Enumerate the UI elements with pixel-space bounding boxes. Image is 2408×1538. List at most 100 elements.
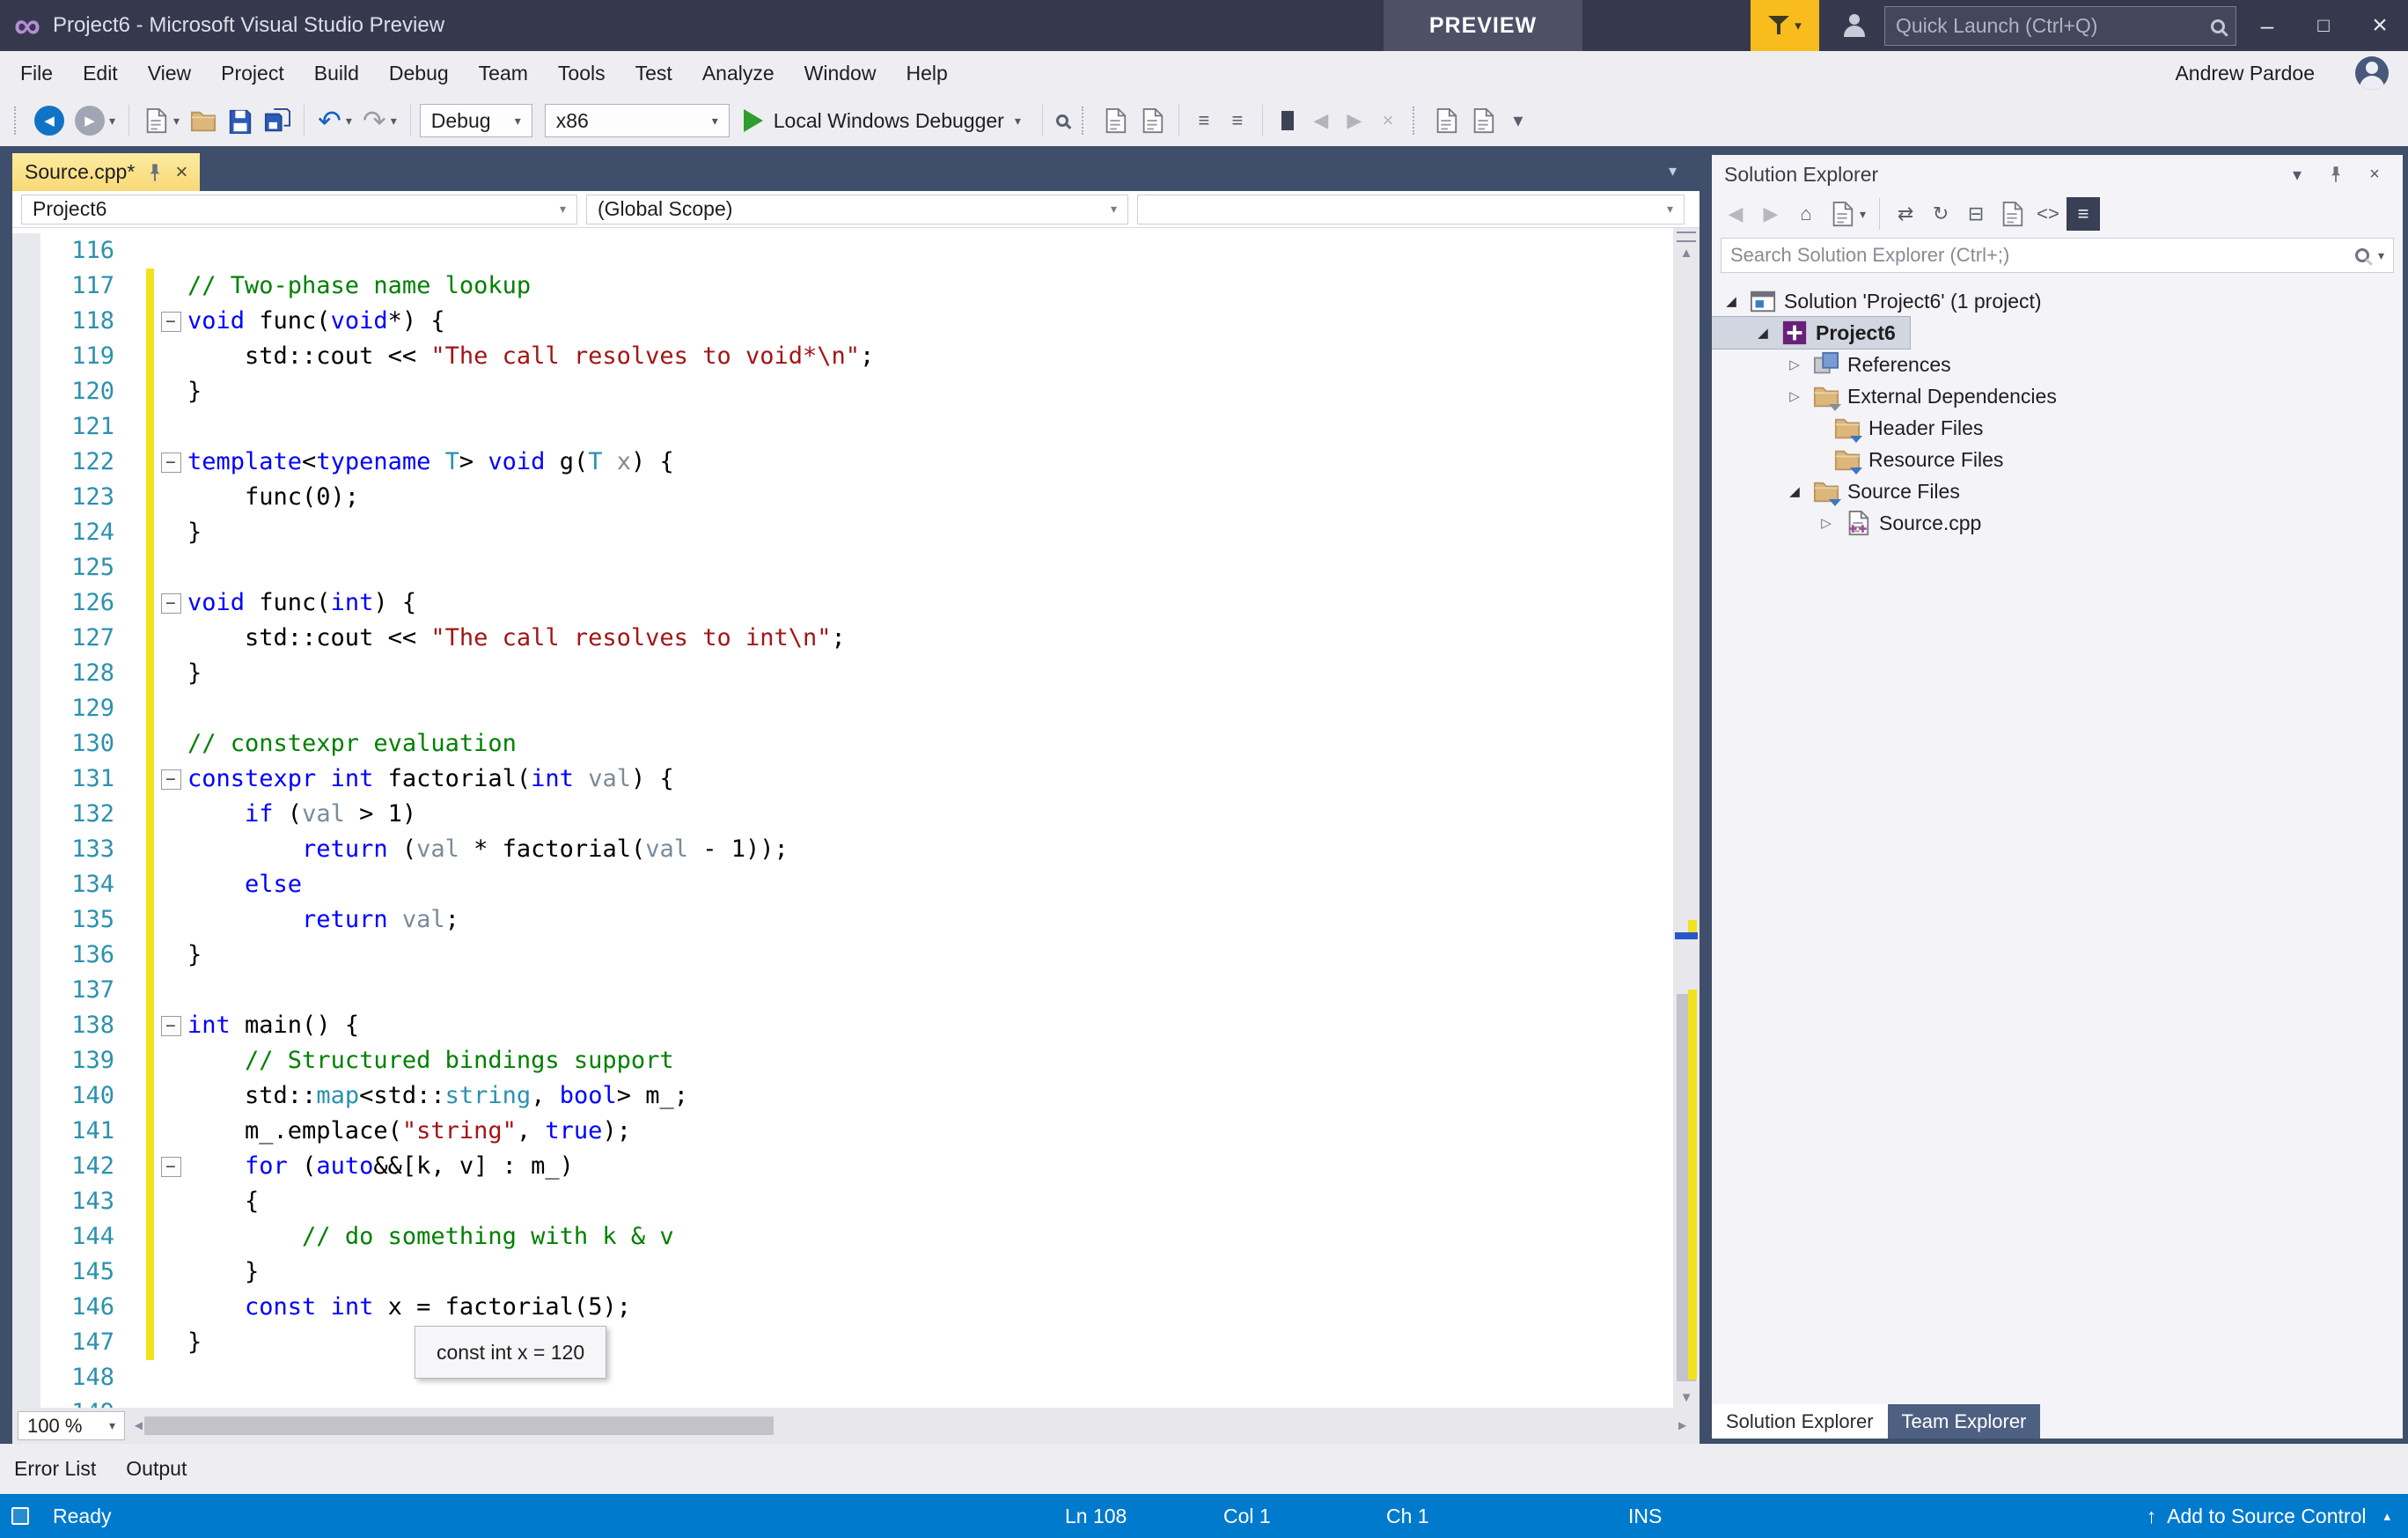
code-text[interactable]: } (187, 374, 202, 409)
code-text[interactable]: else (187, 867, 302, 902)
breakpoint-margin[interactable] (12, 691, 40, 726)
code-row[interactable]: 130// constexpr evaluation (12, 726, 1700, 762)
menu-window[interactable]: Window (789, 51, 892, 95)
properties-button[interactable]: <> (2031, 197, 2065, 231)
code-text[interactable]: // Two-phase name lookup (187, 269, 531, 304)
breakpoint-margin[interactable] (12, 1395, 40, 1408)
code-row[interactable]: 125 (12, 550, 1700, 585)
breakpoint-margin[interactable] (12, 726, 40, 762)
switch-views-button[interactable]: ▾ (1824, 197, 1870, 231)
code-text[interactable]: for (auto&&[k, v] : m_) (187, 1149, 574, 1184)
breakpoint-margin[interactable] (12, 409, 40, 445)
collapse-region-icon[interactable]: − (161, 312, 181, 332)
navigate-to-button[interactable] (1134, 104, 1170, 137)
quick-launch-box[interactable] (1884, 6, 2236, 46)
code-row[interactable]: 129 (12, 691, 1700, 726)
redo-button[interactable]: ↷▾ (358, 104, 401, 137)
breakpoint-margin[interactable] (12, 1219, 40, 1255)
zoom-dropdown[interactable]: 100 %▾ (18, 1411, 125, 1440)
expander-icon[interactable]: ▷ (1816, 515, 1837, 531)
menu-build[interactable]: Build (299, 51, 374, 95)
breakpoint-margin[interactable] (12, 304, 40, 339)
project-dropdown[interactable]: Project6▾ (21, 195, 577, 224)
breakpoint-margin[interactable] (12, 1184, 40, 1219)
breakpoint-margin[interactable] (12, 938, 40, 973)
avatar[interactable] (2355, 56, 2389, 90)
tab-solution-explorer[interactable]: Solution Explorer (1712, 1404, 1888, 1439)
tab-error-list[interactable]: Error List (14, 1457, 96, 1481)
code-row[interactable]: 122−template<typename T> void g(T x) { (12, 445, 1700, 480)
code-text[interactable]: // do something with k & v (187, 1219, 674, 1255)
hscrollbar-thumb[interactable] (144, 1417, 774, 1435)
close-tab-icon[interactable]: × (175, 160, 187, 185)
tab-source-cpp[interactable]: Source.cpp* × (12, 153, 200, 191)
fold-margin[interactable]: − (154, 1149, 187, 1184)
close-panel-icon[interactable]: × (2359, 158, 2390, 190)
breakpoint-margin[interactable] (12, 1325, 40, 1360)
breakpoint-margin[interactable] (12, 269, 40, 304)
search-box[interactable]: ▾ (1721, 238, 2394, 273)
code-row[interactable]: 149 (12, 1395, 1700, 1408)
close-button[interactable]: × (2352, 0, 2408, 51)
menu-file[interactable]: File (5, 51, 68, 95)
collapse-all-button[interactable]: ⊟ (1959, 197, 1993, 231)
code-text[interactable]: func(0); (187, 480, 359, 515)
find-in-files-button[interactable] (1098, 104, 1133, 137)
code-row[interactable]: 128} (12, 656, 1700, 691)
breakpoint-margin[interactable] (12, 867, 40, 902)
toolbar-overflow-button[interactable]: ▾ (1502, 105, 1534, 136)
navigate-backward-button[interactable]: ◀ (30, 102, 69, 139)
breakpoint-margin[interactable] (12, 973, 40, 1008)
filter-button[interactable]: ▾ (1751, 0, 1819, 51)
code-row[interactable]: 147} (12, 1325, 1700, 1360)
collapse-region-icon[interactable]: − (161, 1016, 181, 1036)
code-row[interactable]: 126−void func(int) { (12, 585, 1700, 621)
code-text[interactable]: m_.emplace("string", true); (187, 1114, 631, 1149)
document-list-dropdown-icon[interactable]: ▾ (1669, 162, 1677, 180)
feedback-button[interactable] (1834, 7, 1875, 44)
breakpoint-margin[interactable] (12, 480, 40, 515)
breakpoint-margin[interactable] (12, 515, 40, 550)
code-text[interactable]: std::map<std::string, bool> m_; (187, 1078, 688, 1114)
expander-icon[interactable]: ▷ (1784, 357, 1805, 372)
code-row[interactable]: 123 func(0); (12, 480, 1700, 515)
tree-item-source-cpp[interactable]: ▷ Source.cpp (1712, 507, 2403, 539)
code-row[interactable]: 120} (12, 374, 1700, 409)
breakpoint-margin[interactable] (12, 1149, 40, 1184)
background-tasks-icon[interactable] (0, 1494, 40, 1538)
code-row[interactable]: 140 std::map<std::string, bool> m_; (12, 1078, 1700, 1114)
breakpoint-margin[interactable] (12, 550, 40, 585)
code-row[interactable]: 148 (12, 1360, 1700, 1395)
menu-team[interactable]: Team (464, 51, 543, 95)
scroll-down-icon[interactable]: ▼ (1680, 1387, 1693, 1408)
code-text[interactable]: return val; (187, 902, 459, 938)
show-diagnostics-button[interactable] (1465, 104, 1501, 137)
navigate-forward-button[interactable]: ▶▾ (70, 102, 120, 139)
code-text[interactable]: void func(int) { (187, 585, 416, 621)
breakpoint-margin[interactable] (12, 656, 40, 691)
code-text[interactable]: int main() { (187, 1008, 359, 1043)
code-text[interactable]: } (187, 1325, 202, 1360)
code-text[interactable]: std::cout << "The call resolves to void*… (187, 339, 874, 374)
breakpoint-margin[interactable] (12, 374, 40, 409)
breakpoint-margin[interactable] (12, 621, 40, 656)
breakpoint-margin[interactable] (12, 797, 40, 832)
breakpoint-margin[interactable] (12, 1043, 40, 1078)
code-text[interactable]: } (187, 938, 202, 973)
clear-bookmarks-button[interactable]: × (1372, 105, 1404, 136)
code-text[interactable]: void func(void*) { (187, 304, 445, 339)
refresh-button[interactable]: ↻ (1924, 197, 1957, 231)
scroll-up-icon[interactable]: ▲ (1680, 242, 1693, 263)
scroll-right-icon[interactable]: ► (1676, 1418, 1689, 1433)
code-text[interactable]: { (187, 1184, 259, 1219)
comment-button[interactable]: ≡ (1188, 105, 1220, 136)
menu-test[interactable]: Test (620, 51, 687, 95)
undo-button[interactable]: ↶▾ (313, 104, 356, 137)
save-button[interactable] (223, 104, 258, 137)
breakpoint-margin[interactable] (12, 1255, 40, 1290)
vertical-scrollbar[interactable]: ▲ ▼ (1673, 228, 1700, 1408)
add-to-source-control-button[interactable]: ↑ Add to Source Control ▴ (2147, 1494, 2408, 1538)
code-row[interactable]: 124} (12, 515, 1700, 550)
code-text[interactable]: std::cout << "The call resolves to int\n… (187, 621, 846, 656)
tree-item-external-dependencies[interactable]: ▷ External Dependencies (1712, 380, 2403, 412)
